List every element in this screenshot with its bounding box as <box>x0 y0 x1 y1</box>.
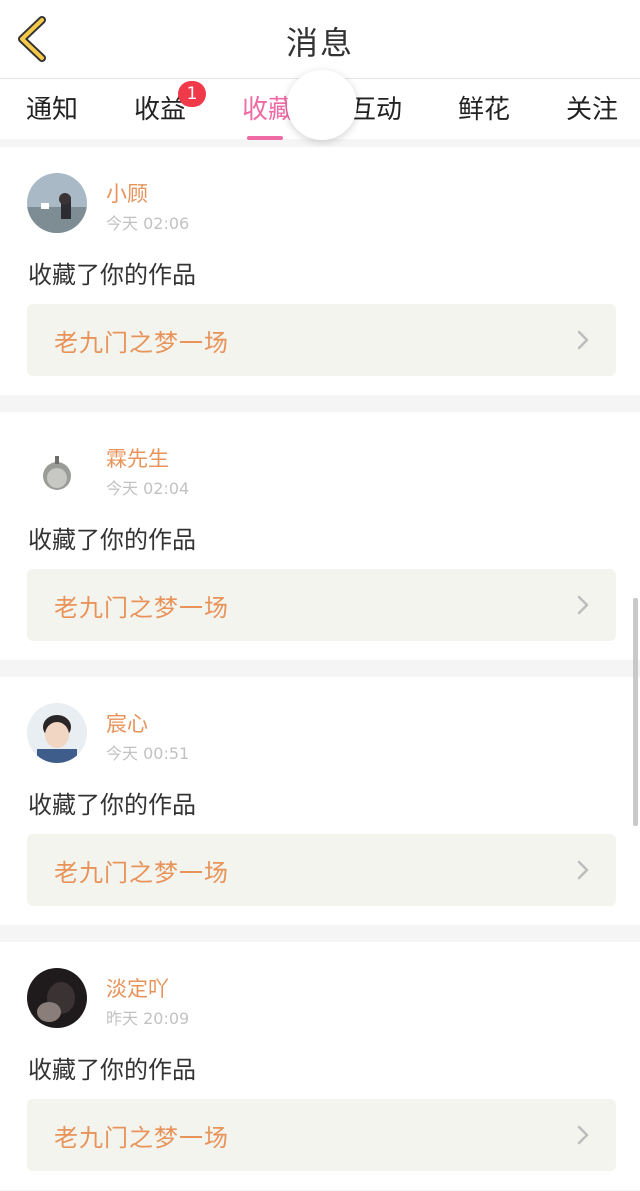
tab-label: 收益 <box>134 95 187 125</box>
avatar-image <box>27 173 87 233</box>
tab-interactions[interactable]: 互动 <box>350 89 402 129</box>
unread-badge: 1 <box>178 81 206 107</box>
action-text: 收藏了你的作品 <box>28 791 196 819</box>
scrollbar[interactable] <box>633 598 638 826</box>
chevron-right-icon <box>577 860 589 880</box>
work-link[interactable]: 老九门之梦一场 <box>27 834 616 906</box>
page-title: 消息 <box>285 24 354 62</box>
tab-label: 收藏 <box>242 95 295 125</box>
work-title: 老九门之梦一场 <box>54 859 229 887</box>
tab-earnings[interactable]: 收益 1 <box>134 81 206 129</box>
tab-following[interactable]: 关注 <box>566 89 618 129</box>
avatar[interactable] <box>27 173 87 233</box>
message-item: 霖先生 今天 02:04 收藏了你的作品 老九门之梦一场 <box>0 412 640 660</box>
work-link[interactable]: 老九门之梦一场 <box>27 1099 616 1171</box>
timestamp: 昨天 20:09 <box>106 1009 190 1028</box>
action-text: 收藏了你的作品 <box>28 261 196 289</box>
work-title: 老九门之梦一场 <box>54 1124 229 1152</box>
floating-touch-button[interactable] <box>287 70 357 140</box>
tab-label: 通知 <box>26 95 79 125</box>
tab-label: 关注 <box>566 95 619 125</box>
action-text: 收藏了你的作品 <box>28 526 196 554</box>
top-bar: 消息 <box>0 0 640 79</box>
avatar[interactable] <box>27 968 87 1028</box>
username[interactable]: 宸心 <box>106 708 148 738</box>
chevron-right-icon <box>577 595 589 615</box>
tab-favorites[interactable]: 收藏 <box>242 89 295 140</box>
work-title: 老九门之梦一场 <box>54 329 229 357</box>
username[interactable]: 小顾 <box>106 178 148 208</box>
tab-label: 互动 <box>350 95 403 125</box>
avatar-image <box>27 968 87 1028</box>
tab-flowers[interactable]: 鲜花 <box>458 89 510 129</box>
username[interactable]: 淡定吖 <box>106 973 169 1003</box>
tab-label: 鲜花 <box>458 95 511 125</box>
chevron-right-icon <box>577 330 589 350</box>
timestamp: 今天 02:06 <box>106 214 190 233</box>
tab-notifications[interactable]: 通知 <box>26 89 78 129</box>
message-item: 淡定吖 昨天 20:09 收藏了你的作品 老九门之梦一场 <box>0 942 640 1190</box>
username[interactable]: 霖先生 <box>106 443 169 473</box>
avatar-image <box>27 703 87 763</box>
work-link[interactable]: 老九门之梦一场 <box>27 304 616 376</box>
active-tab-indicator <box>247 136 283 140</box>
work-link[interactable]: 老九门之梦一场 <box>27 569 616 641</box>
avatar[interactable] <box>27 703 87 763</box>
work-title: 老九门之梦一场 <box>54 594 229 622</box>
avatar-image <box>27 438 87 498</box>
message-item: 小顾 今天 02:06 收藏了你的作品 老九门之梦一场 <box>0 147 640 395</box>
action-text: 收藏了你的作品 <box>28 1056 196 1084</box>
message-item: 宸心 今天 00:51 收藏了你的作品 老九门之梦一场 <box>0 677 640 925</box>
timestamp: 今天 02:04 <box>106 479 190 498</box>
timestamp: 今天 00:51 <box>106 744 190 763</box>
chevron-right-icon <box>577 1125 589 1145</box>
avatar[interactable] <box>27 438 87 498</box>
